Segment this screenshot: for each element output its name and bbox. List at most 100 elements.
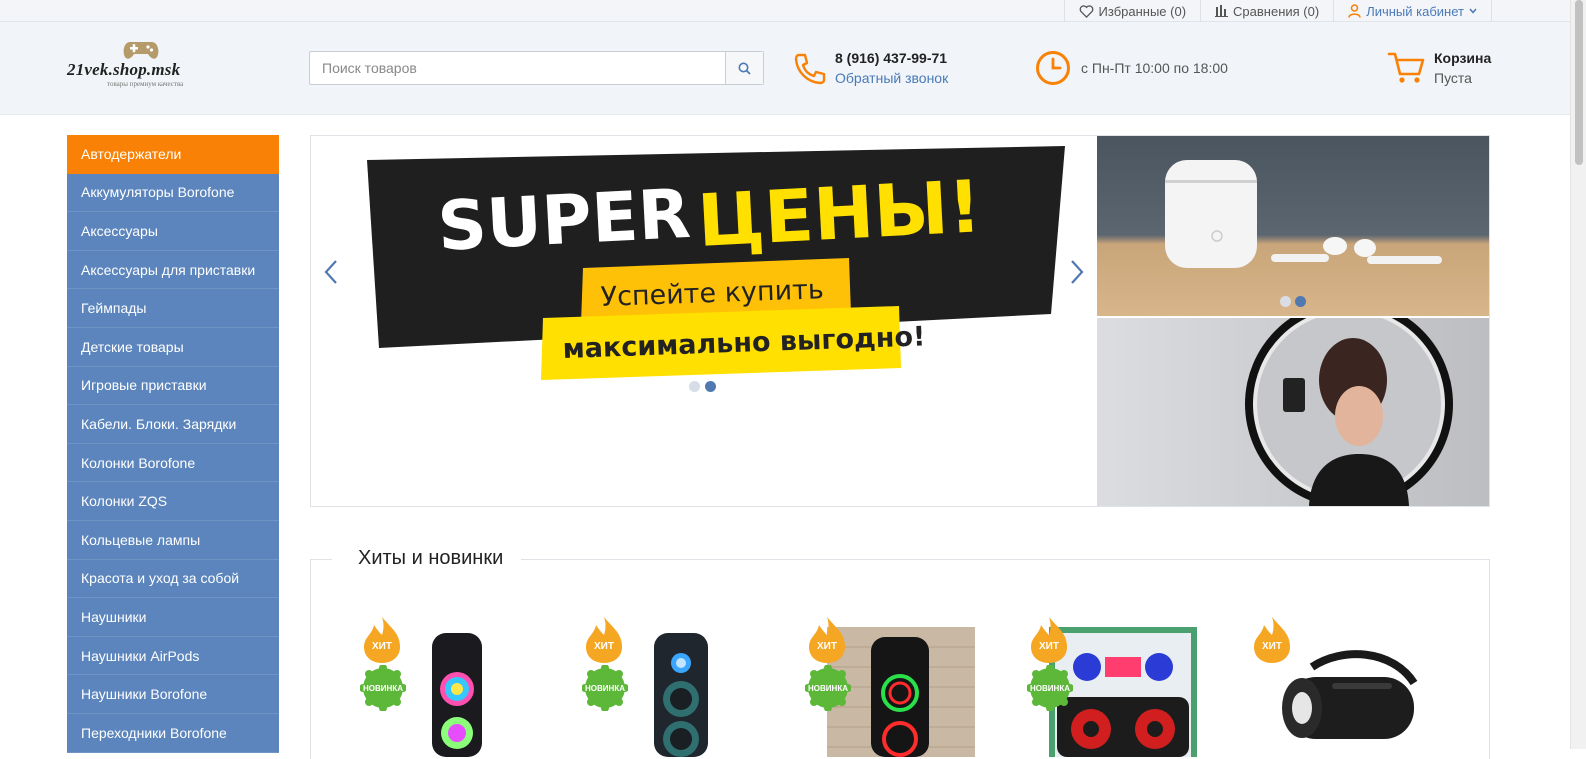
new-badge-text: НОВИНКА bbox=[808, 683, 848, 693]
new-badge: НОВИНКА bbox=[360, 665, 406, 711]
gamepad-icon bbox=[123, 42, 159, 59]
category-item[interactable]: Переходники Borofone bbox=[67, 713, 279, 753]
hit-badge: ХИТ bbox=[805, 615, 849, 665]
account-label: Личный кабинет bbox=[1366, 3, 1464, 19]
site-logo[interactable]: 21vek.shop.msk товары премиум качества bbox=[67, 40, 217, 90]
promo-banner: SUPER ЦЕНЫ! Успейте купить максимально в… bbox=[310, 135, 1490, 507]
promo-banner-image: SUPER ЦЕНЫ! Успейте купить максимально в… bbox=[367, 146, 1065, 380]
search-icon bbox=[738, 62, 751, 75]
flame-icon bbox=[1031, 617, 1067, 663]
hit-badge-text: ХИТ bbox=[1039, 641, 1059, 652]
flame-icon bbox=[586, 617, 622, 663]
phone-number[interactable]: 8 (916) 437-99-71 bbox=[835, 50, 947, 66]
product-image bbox=[1272, 627, 1442, 757]
logo-tagline: товары премиум качества bbox=[107, 80, 184, 88]
flame-icon bbox=[1254, 617, 1290, 663]
category-item[interactable]: Наушники Borofone bbox=[67, 675, 279, 714]
favorites-link[interactable]: Избранные (0) bbox=[1063, 0, 1201, 22]
category-item[interactable]: Наушники bbox=[67, 598, 279, 637]
category-item[interactable]: Геймпады bbox=[67, 289, 279, 328]
slider-next-button[interactable] bbox=[1065, 258, 1089, 286]
speaker-image bbox=[654, 633, 708, 757]
hits-title: Хиты и новинки bbox=[332, 547, 522, 570]
category-item[interactable]: Кольцевые лампы bbox=[67, 520, 279, 560]
hit-badge-text: ХИТ bbox=[1262, 641, 1282, 652]
category-item[interactable]: Наушники AirPods bbox=[67, 636, 279, 676]
airpods-image bbox=[1165, 160, 1442, 268]
new-badge: НОВИНКА bbox=[1027, 665, 1073, 711]
product-card[interactable]: ХИТ НОВИНКА bbox=[805, 615, 1005, 757]
category-item[interactable]: Игровые приставки bbox=[67, 366, 279, 406]
hit-badge: ХИТ bbox=[1250, 615, 1294, 665]
chevron-down-icon bbox=[1469, 8, 1477, 14]
main-slider[interactable]: SUPER ЦЕНЫ! Успейте купить максимально в… bbox=[311, 136, 1097, 506]
new-badge-text: НОВИНКА bbox=[585, 683, 625, 693]
new-badge: НОВИНКА bbox=[805, 665, 851, 711]
category-item[interactable]: Автодержатели bbox=[67, 135, 279, 174]
product-card[interactable]: ХИТ НОВИНКА bbox=[1027, 615, 1227, 757]
cart-title: Корзина bbox=[1434, 50, 1492, 66]
promo-prices: ЦЕНЫ! bbox=[695, 164, 983, 263]
category-item[interactable]: Колонки Borofone bbox=[67, 443, 279, 483]
side-dot-active[interactable] bbox=[1295, 296, 1306, 307]
phone-icon bbox=[794, 53, 826, 85]
ring-lamp-banner[interactable] bbox=[1097, 318, 1489, 506]
cart-icon bbox=[1387, 52, 1425, 83]
product-card[interactable]: ХИТ НОВИНКА bbox=[360, 615, 560, 757]
bar-chart-icon bbox=[1215, 5, 1229, 17]
product-image bbox=[424, 627, 572, 757]
hours-text: с Пн-Пт 10:00 по 18:00 bbox=[1081, 60, 1228, 76]
logo-name: 21vek.shop.msk bbox=[67, 60, 181, 79]
search-input[interactable] bbox=[310, 52, 726, 84]
product-card[interactable]: ХИТ НОВИНКА bbox=[582, 615, 782, 757]
scrollbar-thumb[interactable] bbox=[1575, 0, 1583, 165]
flame-icon bbox=[809, 617, 845, 663]
top-links: Избранные (0) Сравнения (0) Личный кабин… bbox=[1063, 0, 1492, 22]
cart-status: Пуста bbox=[1434, 70, 1472, 86]
flame-icon bbox=[364, 617, 400, 663]
slider-dot[interactable] bbox=[689, 381, 700, 392]
new-badge-text: НОВИНКА bbox=[363, 683, 403, 693]
category-item[interactable]: Аккумуляторы Borofone bbox=[67, 173, 279, 213]
user-icon bbox=[1348, 4, 1361, 18]
product-card[interactable]: ХИТ bbox=[1250, 615, 1450, 755]
hit-badge-text: ХИТ bbox=[372, 641, 392, 652]
compare-link[interactable]: Сравнения (0) bbox=[1200, 0, 1333, 22]
category-item[interactable]: Детские товары bbox=[67, 327, 279, 367]
hit-badge: ХИТ bbox=[1027, 615, 1071, 665]
top-bar: Избранные (0) Сравнения (0) Личный кабин… bbox=[0, 0, 1570, 22]
search-button[interactable] bbox=[725, 52, 763, 84]
speaker-image bbox=[1282, 650, 1418, 739]
side-dot[interactable] bbox=[1280, 296, 1291, 307]
slider-prev-button[interactable] bbox=[319, 258, 343, 286]
product-image bbox=[646, 627, 794, 757]
slider-dot-active[interactable] bbox=[705, 381, 716, 392]
category-sidebar: Автодержатели Аккумуляторы Borofone Аксе… bbox=[67, 135, 279, 753]
new-badge: НОВИНКА bbox=[582, 665, 628, 711]
callback-link[interactable]: Обратный звонок bbox=[835, 70, 948, 86]
category-item[interactable]: Аксессуары bbox=[67, 212, 279, 251]
clock-icon bbox=[1036, 51, 1070, 85]
hit-badge: ХИТ bbox=[360, 615, 404, 665]
category-item[interactable]: Кабели. Блоки. Зарядки bbox=[67, 405, 279, 444]
hit-badge: ХИТ bbox=[582, 615, 626, 665]
airpods-dots bbox=[1280, 296, 1306, 307]
category-item[interactable]: Колонки ZQS bbox=[67, 482, 279, 521]
chevron-right-icon bbox=[1071, 260, 1084, 284]
speaker-image bbox=[432, 633, 482, 757]
search-bar bbox=[309, 51, 764, 85]
category-item[interactable]: Аксессуары для приставки bbox=[67, 250, 279, 290]
hit-badge-text: ХИТ bbox=[594, 641, 614, 652]
page-scrollbar[interactable] bbox=[1570, 0, 1586, 749]
new-badge-text: НОВИНКА bbox=[1030, 683, 1070, 693]
slider-dots bbox=[689, 381, 716, 392]
favorites-label: Избранные (0) bbox=[1098, 3, 1187, 19]
category-item[interactable]: Красота и уход за собой bbox=[67, 559, 279, 599]
account-link[interactable]: Личный кабинет bbox=[1333, 0, 1492, 22]
airpods-banner[interactable] bbox=[1097, 136, 1489, 316]
ring-lamp-image bbox=[1245, 318, 1453, 506]
heart-icon bbox=[1079, 4, 1093, 18]
compare-label: Сравнения (0) bbox=[1233, 3, 1320, 19]
chevron-left-icon bbox=[324, 260, 337, 284]
hit-badge-text: ХИТ bbox=[817, 641, 837, 652]
